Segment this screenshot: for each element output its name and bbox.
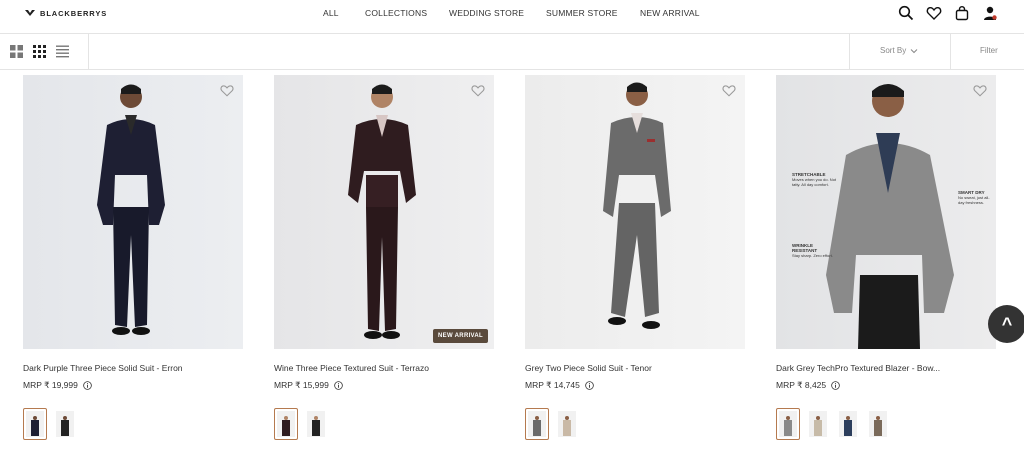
new-arrival-badge: NEW ARRIVAL <box>433 329 488 343</box>
annotation-text: No sweat, just all-day freshness. <box>958 195 990 205</box>
scroll-to-top-button[interactable]: ^ <box>988 305 1024 343</box>
chevron-down-icon <box>910 48 918 53</box>
product-price: MRP ₹ 14,745 <box>525 380 594 391</box>
product-card[interactable]: Grey Two Piece Solid Suit - Tenor MRP ₹ … <box>525 75 745 440</box>
price-value: MRP ₹ 15,999 <box>274 380 329 390</box>
product-image[interactable] <box>23 75 243 349</box>
info-icon[interactable] <box>83 381 92 390</box>
wishlist-heart-icon[interactable] <box>973 84 987 97</box>
filter-button[interactable]: Filter <box>980 46 998 55</box>
product-name[interactable]: Grey Two Piece Solid Suit - Tenor <box>525 363 652 373</box>
product-card[interactable]: Dark Purple Three Piece Solid Suit - Err… <box>23 75 243 440</box>
grid-large-icon[interactable] <box>10 45 23 58</box>
main-nav: ALL COLLECTIONS WEDDING STORE SUMMER STO… <box>0 8 1024 20</box>
suit-model-illustration <box>97 84 165 335</box>
annotation-text: Stay sharp. Zero effort. <box>792 253 833 258</box>
suit-model-illustration <box>603 82 671 329</box>
product-name[interactable]: Wine Three Piece Textured Suit - Terrazo <box>274 363 429 373</box>
color-swatch[interactable] <box>23 408 47 440</box>
nav-new-arrival[interactable]: NEW ARRIVAL <box>640 8 700 18</box>
product-image[interactable]: STRETCHABLE Moves when you do. Not tatty… <box>776 75 996 349</box>
header-actions <box>898 5 998 21</box>
info-icon[interactable] <box>585 381 594 390</box>
price-value: MRP ₹ 14,745 <box>525 380 580 390</box>
color-swatches <box>525 408 579 440</box>
color-swatch[interactable] <box>525 408 549 440</box>
color-swatch[interactable] <box>836 408 860 440</box>
smart-dry-annotation: SMART DRY No sweat, just all-day freshne… <box>958 190 994 205</box>
nav-collections[interactable]: COLLECTIONS <box>365 8 427 18</box>
annotation-title: WRINKLE RESISTANT <box>792 243 818 253</box>
product-price: MRP ₹ 8,425 <box>776 380 840 391</box>
info-icon[interactable] <box>334 381 343 390</box>
price-value: MRP ₹ 8,425 <box>776 380 827 390</box>
color-swatch[interactable] <box>866 408 890 440</box>
product-price: MRP ₹ 19,999 <box>23 380 92 391</box>
nav-wedding-store[interactable]: WEDDING STORE <box>449 8 524 18</box>
annotation-text: Moves when you do. Not tatty. All day co… <box>792 177 837 187</box>
color-swatch[interactable] <box>304 408 328 440</box>
product-card[interactable]: NEW ARRIVAL Wine Three Piece Textured Su… <box>274 75 494 440</box>
toolbar-divider <box>950 34 951 70</box>
sort-by-dropdown[interactable]: Sort By <box>880 46 918 55</box>
suit-model-illustration <box>348 84 416 339</box>
product-price: MRP ₹ 15,999 <box>274 380 343 391</box>
list-view-icon[interactable] <box>56 45 69 58</box>
heart-icon[interactable] <box>926 5 942 21</box>
product-image[interactable]: NEW ARRIVAL <box>274 75 494 349</box>
color-swatch[interactable] <box>776 408 800 440</box>
search-icon[interactable] <box>898 5 914 21</box>
color-swatch[interactable] <box>53 408 77 440</box>
toolbar-divider <box>88 34 89 70</box>
blazer-model-illustration <box>826 84 954 349</box>
color-swatch[interactable] <box>555 408 579 440</box>
product-card[interactable]: STRETCHABLE Moves when you do. Not tatty… <box>776 75 996 440</box>
nav-all[interactable]: ALL <box>323 8 339 18</box>
stretchable-annotation: STRETCHABLE Moves when you do. Not tatty… <box>792 172 842 187</box>
color-swatches <box>23 408 77 440</box>
wishlist-heart-icon[interactable] <box>220 84 234 97</box>
wishlist-heart-icon[interactable] <box>471 84 485 97</box>
listing-toolbar: Sort By Filter <box>0 33 1024 70</box>
top-header: BLACKBERRYS ALL COLLECTIONS WEDDING STOR… <box>0 0 1024 26</box>
product-name[interactable]: Dark Purple Three Piece Solid Suit - Err… <box>23 363 183 373</box>
user-icon[interactable] <box>982 5 998 21</box>
wrinkle-resistant-annotation: WRINKLE RESISTANT Stay sharp. Zero effor… <box>792 243 836 258</box>
nav-summer-store[interactable]: SUMMER STORE <box>546 8 618 18</box>
product-name[interactable]: Dark Grey TechPro Textured Blazer - Bow.… <box>776 363 940 373</box>
info-icon[interactable] <box>831 381 840 390</box>
toolbar-divider <box>849 34 850 70</box>
grid-small-icon[interactable] <box>33 45 46 58</box>
price-value: MRP ₹ 19,999 <box>23 380 78 390</box>
color-swatches <box>776 408 890 440</box>
bag-icon[interactable] <box>954 5 970 21</box>
wishlist-heart-icon[interactable] <box>722 84 736 97</box>
sort-by-label: Sort By <box>880 46 907 55</box>
view-toggles <box>10 45 69 58</box>
color-swatch[interactable] <box>274 408 298 440</box>
product-image[interactable] <box>525 75 745 349</box>
color-swatch[interactable] <box>806 408 830 440</box>
color-swatches <box>274 408 328 440</box>
